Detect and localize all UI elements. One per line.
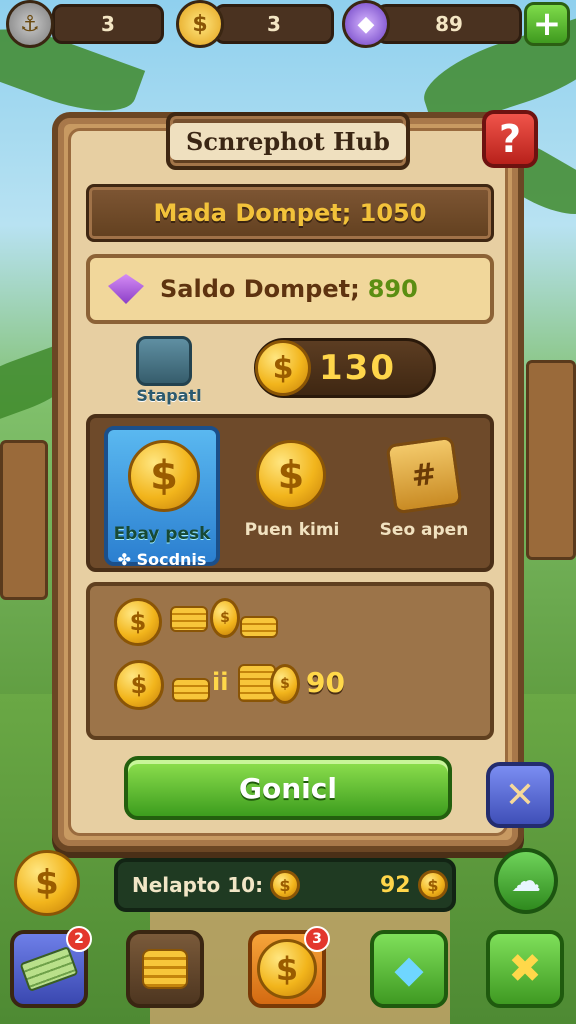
option-card-3[interactable]: # Seo apen [366, 426, 482, 566]
resource-counter-gems: 89 [376, 4, 522, 44]
coin-stack-icon [172, 678, 210, 702]
magic-gem-icon[interactable]: ◆ [342, 0, 390, 48]
chat-button[interactable]: ☁ [494, 848, 558, 914]
option-label: Puen kimi [244, 520, 340, 540]
gold-coin-icon[interactable]: $ [14, 850, 80, 916]
add-resource-button[interactable]: + [524, 2, 570, 46]
stash-label: Stapatl [136, 386, 202, 405]
options-panel: $ Ebay pesk ✤ Socdnis $ Puen kimi # Seo … [86, 414, 494, 572]
wallet-summary-text: Mada Dompet; 1050 [153, 199, 427, 227]
wallet-balance-label: Saldo Dompet; [160, 275, 360, 303]
coins-total-value: 90 [306, 666, 345, 699]
coin-stack-icon [170, 606, 208, 632]
close-button[interactable]: ✖ [486, 930, 564, 1008]
coins-small-text: ii [212, 668, 229, 696]
resource-counter-maps: 3 [52, 4, 164, 44]
gold-coin-icon: $ [128, 440, 200, 512]
cash-stack-button[interactable]: 2 [10, 926, 92, 1008]
coin-pouch-icon: $ [256, 440, 326, 510]
panel-title: Scnrephot Hub [170, 122, 406, 160]
resource-counter-coins: 3 [214, 4, 334, 44]
info-label: Nelapto 10: [132, 873, 264, 897]
gem-icon [108, 274, 144, 304]
gold-coin-icon: $ [270, 664, 300, 704]
gold-coin-icon: $ [255, 340, 311, 396]
coin-counter: $ 130 [254, 338, 436, 398]
info-bar: Nelapto 10: $ 92 $ [114, 858, 456, 912]
scroll-map-icon: # [385, 435, 463, 515]
coin-stack-button[interactable] [126, 930, 204, 1008]
wallet-summary-bar: Mada Dompet; 1050 [86, 184, 494, 242]
option-label: Ebay pesk [113, 524, 211, 544]
crossed-tools-button[interactable]: ✕ [486, 762, 554, 828]
stash-jar-icon [136, 336, 192, 386]
gold-coin-button[interactable]: $ 3 [248, 926, 330, 1008]
coin-stack-icon [142, 949, 188, 989]
jungle-hut [526, 360, 576, 560]
close-x-icon: ✖ [508, 946, 542, 992]
treasure-map-icon[interactable]: ⚓ [6, 0, 54, 48]
gold-coin-icon: $ [418, 870, 448, 900]
jungle-hut [0, 440, 48, 600]
wallet-balance-value: 890 [367, 275, 418, 303]
cash-stack-icon [19, 946, 79, 992]
gold-coin-icon: $ [114, 660, 164, 710]
option-card-1[interactable]: $ Ebay pesk ✤ Socdnis [104, 426, 220, 569]
stash-button[interactable]: Stapatl [130, 336, 202, 408]
option-sublabel: ✤ Socdnis [117, 550, 207, 569]
notification-badge: 3 [304, 926, 330, 952]
speech-bubble-icon: ◆ [394, 947, 424, 991]
coin-counter-value: 130 [319, 348, 396, 388]
gold-coin-icon: $ [210, 598, 240, 638]
gold-coin-icon: $ [114, 598, 162, 646]
info-value: 92 [380, 872, 411, 898]
speech-bubble-button[interactable]: ◆ [370, 930, 448, 1008]
coin-stack-icon [240, 616, 278, 638]
gold-coin-icon: $ [270, 870, 300, 900]
option-label: Seo apen [379, 520, 469, 540]
option-card-2[interactable]: $ Puen kimi [234, 426, 350, 566]
coin-bag-icon[interactable]: $ [176, 0, 224, 48]
notification-badge: 2 [66, 926, 92, 952]
confirm-button[interactable]: Gonicl [124, 756, 452, 820]
wallet-balance-bar: Saldo Dompet; 890 [86, 254, 494, 324]
help-button[interactable]: ? [482, 110, 538, 168]
panel-title-plank: Scnrephot Hub [166, 112, 410, 170]
